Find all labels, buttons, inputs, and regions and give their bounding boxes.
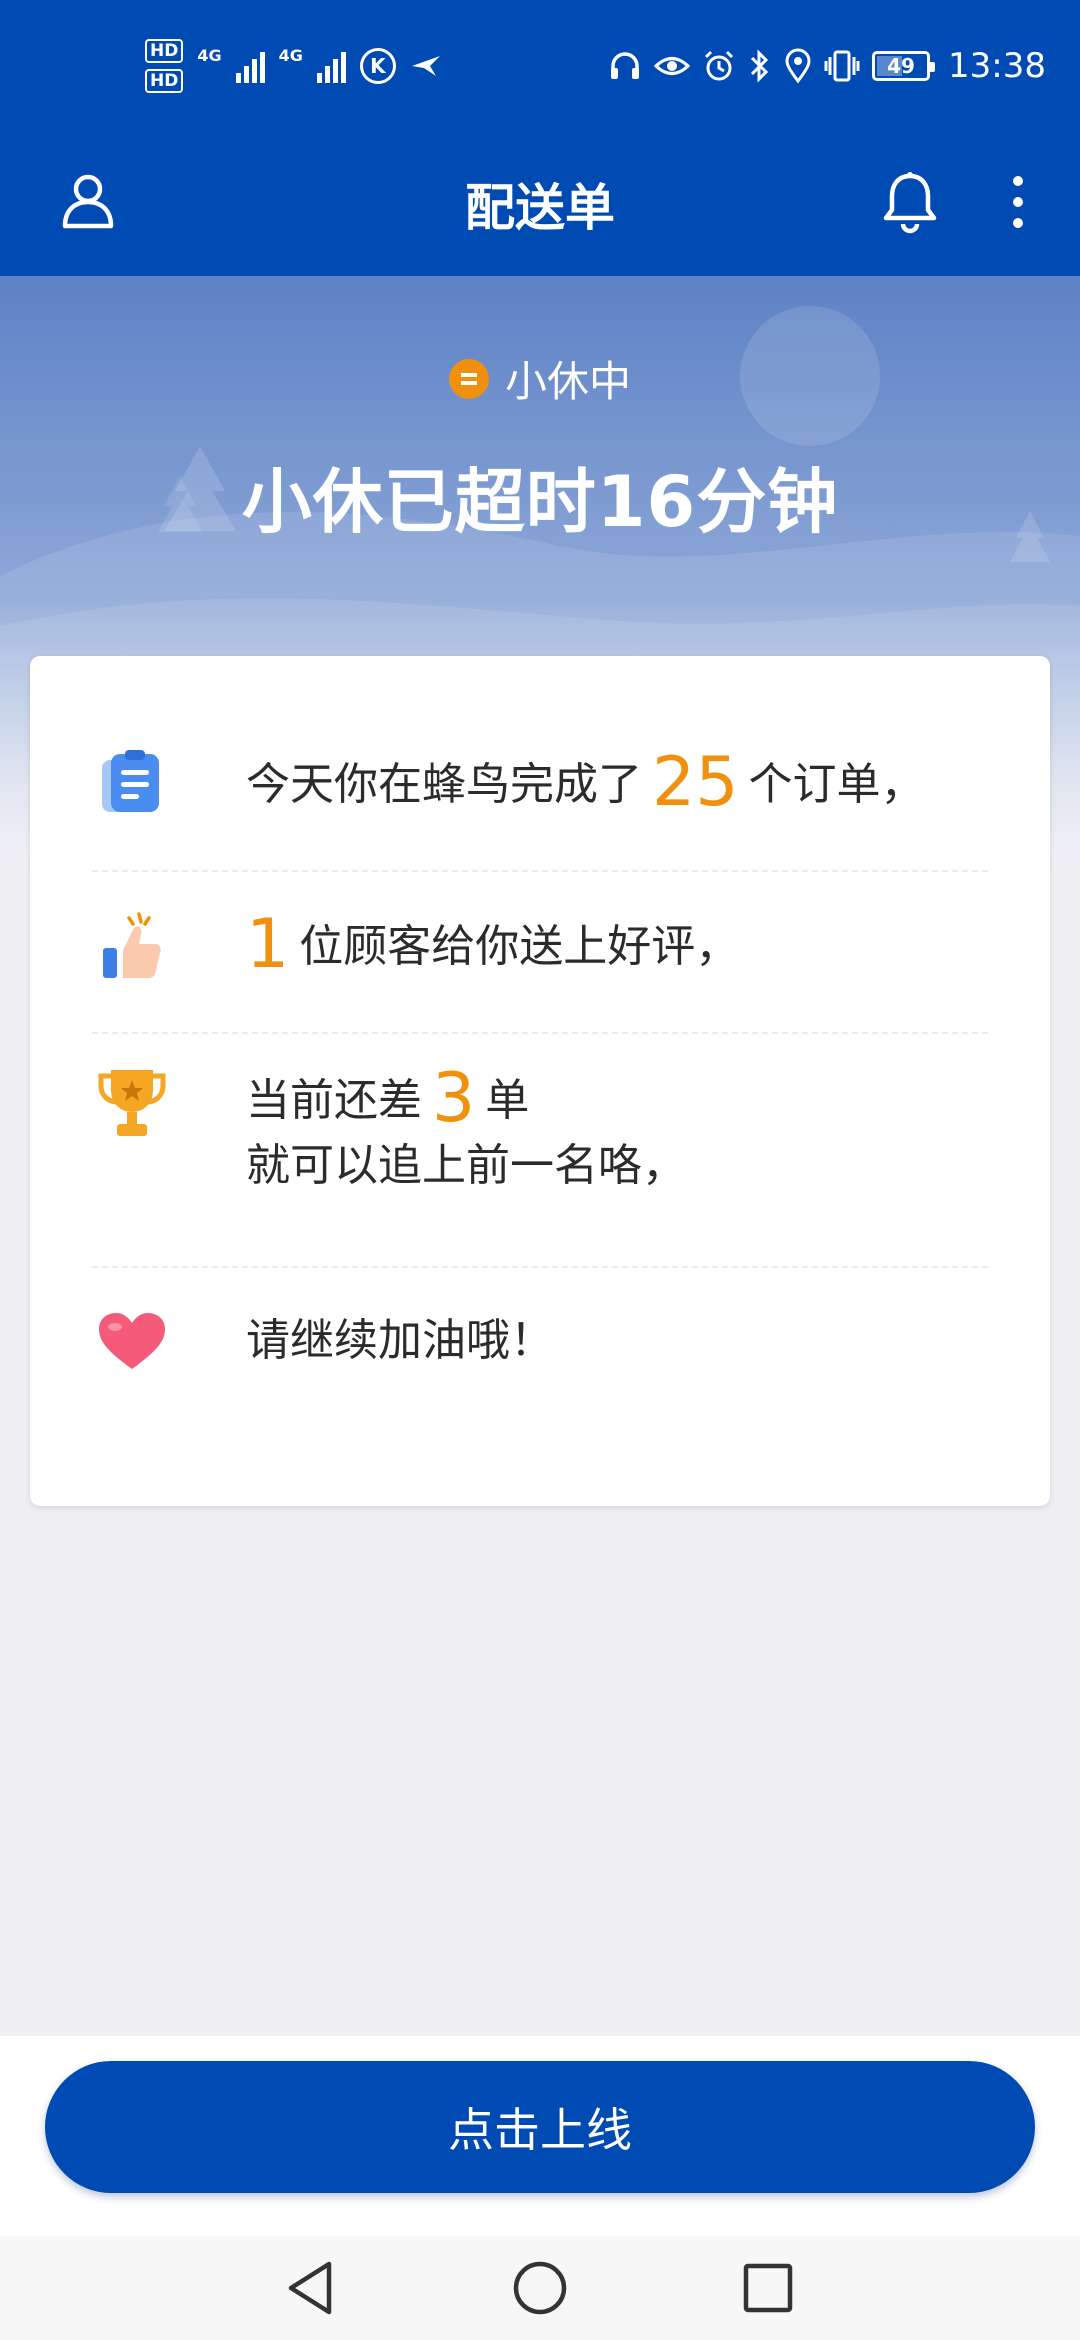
hd-indicators: HD HD <box>145 39 184 93</box>
row-divider <box>92 1032 988 1034</box>
rank-suffix: 单 <box>485 1075 530 1126</box>
orders-suffix: 个订单， <box>748 759 925 810</box>
battery-icon: 49 <box>872 51 936 81</box>
orders-prefix: 今天你在蜂鸟完成了 <box>246 759 642 810</box>
network-type-2: 4G <box>278 46 303 65</box>
cheer-row: 请继续加油哦！ <box>92 1292 988 1392</box>
reviews-suffix: 位顾客给你送上好评， <box>299 921 740 972</box>
daily-summary-card: 今天你在蜂鸟完成了 25 个订单， 1 位顾客给你送上好评， 当前还差 3 单 … <box>30 656 1050 1506</box>
rank-text: 当前还差 3 单 就可以追上前一名咯， <box>246 1060 988 1192</box>
nav-home-button[interactable] <box>500 2256 580 2320</box>
app-bar: 配送单 <box>0 130 1080 276</box>
break-status-label: 小休中 <box>504 357 631 406</box>
k-app-icon: K <box>359 48 396 84</box>
go-online-button[interactable]: 点击上线 <box>45 2061 1035 2193</box>
clipboard-icon <box>92 744 172 824</box>
vibrate-icon <box>824 50 860 82</box>
hd1-badge: HD <box>145 39 184 63</box>
status-right: 49 13:38 <box>608 36 1046 96</box>
alarm-icon <box>704 50 734 81</box>
orders-text: 今天你在蜂鸟完成了 25 个订单， <box>246 744 988 824</box>
back-triangle-icon <box>288 2261 332 2315</box>
system-navigation-bar <box>0 2236 1080 2340</box>
orders-count: 25 <box>652 743 739 822</box>
bell-icon <box>883 172 937 234</box>
heart-icon <box>92 1302 172 1382</box>
hd2-badge: HD <box>145 69 184 93</box>
battery-level: 49 <box>887 54 915 78</box>
more-vertical-icon <box>1013 176 1023 228</box>
row-divider <box>92 870 988 872</box>
cheer-text: 请继续加油哦！ <box>246 1315 554 1366</box>
reviews-text: 1 位顾客给你送上好评， <box>246 906 988 986</box>
signal-icon <box>235 49 265 83</box>
rank-prefix: 当前还差 <box>246 1075 422 1126</box>
notifications-button[interactable] <box>868 160 952 244</box>
network-type-1: 4G <box>197 46 222 65</box>
more-menu-button[interactable] <box>990 160 1046 244</box>
row-divider <box>92 1266 988 1268</box>
rank-gap-count: 3 <box>432 1059 476 1138</box>
recents-square-icon <box>743 2263 793 2313</box>
status-left: HD HD 4G 4G K <box>145 36 442 96</box>
location-icon <box>785 48 811 84</box>
pause-status-icon <box>448 358 489 399</box>
status-bar: HD HD 4G 4G K 49 13:38 <box>0 0 1080 130</box>
trophy-icon <box>92 1064 172 1144</box>
eye-icon <box>654 57 691 75</box>
home-circle-icon <box>513 2261 567 2315</box>
bird-notification-icon <box>411 56 440 76</box>
reviews-count: 1 <box>246 905 290 984</box>
signal-icon <box>316 49 346 83</box>
nav-recents-button[interactable] <box>728 2256 808 2320</box>
rank-row: 当前还差 3 单 就可以追上前一名咯， <box>92 1060 988 1230</box>
break-overtime-headline: 小休已超时16分钟 <box>241 461 839 543</box>
reviews-row: 1 位顾客给你送上好评， <box>92 896 988 996</box>
rank-line-1: 当前还差 3 单 <box>246 1060 988 1140</box>
rank-line-2: 就可以追上前一名咯， <box>246 1140 686 1191</box>
orders-row: 今天你在蜂鸟完成了 25 个订单， <box>92 734 988 834</box>
bluetooth-icon <box>750 49 769 83</box>
thumbs-up-icon <box>92 906 172 986</box>
headphones-icon <box>611 52 640 79</box>
nav-back-button[interactable] <box>270 2256 350 2320</box>
break-status: 小休中 <box>0 348 1080 409</box>
clock: 13:38 <box>948 46 1046 86</box>
